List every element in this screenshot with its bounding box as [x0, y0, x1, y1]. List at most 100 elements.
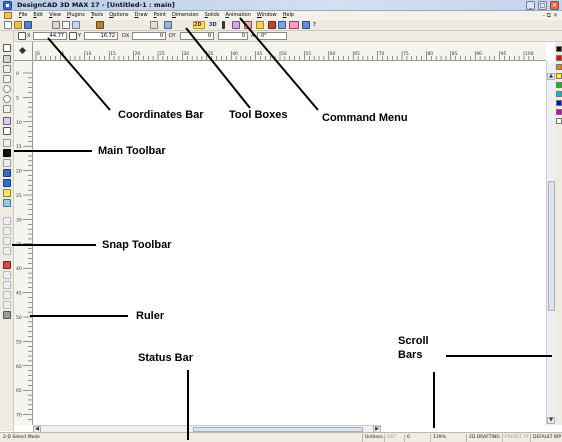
snap-toolbar-icon-3[interactable]: [3, 237, 11, 245]
ruler-v-label: 55: [16, 339, 22, 345]
menu-dimension[interactable]: Dimension: [169, 11, 202, 20]
color-swatch-orange[interactable]: [556, 64, 562, 70]
snap-toolbar-icon-9[interactable]: [3, 301, 11, 309]
ruler-vertical[interactable]: 0 5 10 15 20 25 30 35 40 45 50 55 60 65 70: [14, 61, 33, 425]
status-preset[interactable]: PRESET PT: [502, 434, 530, 442]
move-icon[interactable]: [3, 55, 11, 63]
ruler-h-label: 100: [525, 51, 534, 57]
menu-file[interactable]: File: [16, 11, 30, 20]
shapes-icon[interactable]: [268, 21, 276, 29]
grid-icon[interactable]: [289, 21, 299, 29]
maximize-button[interactable]: □: [538, 1, 547, 10]
scroll-up-arrow[interactable]: ▲: [547, 73, 555, 80]
status-drafting[interactable]: 2D DRAFTING: [466, 434, 502, 442]
minimize-button[interactable]: _: [526, 1, 535, 10]
save-icon[interactable]: [24, 21, 32, 29]
undo-icon[interactable]: [150, 21, 158, 29]
ruler-v-label: 20: [16, 169, 22, 175]
document-icon[interactable]: [4, 12, 12, 19]
snap-toolbar-icon-8[interactable]: [3, 291, 11, 299]
dimension-icon[interactable]: [3, 117, 11, 125]
absolute-coords-icon[interactable]: [18, 32, 26, 40]
menu-animation[interactable]: Animation: [222, 11, 254, 20]
snap-toolbar-icon-4[interactable]: [3, 247, 11, 255]
hatch-icon[interactable]: [3, 139, 11, 147]
paint-icon[interactable]: [3, 189, 11, 197]
circle-icon[interactable]: [3, 85, 11, 93]
horizontal-scrollbar[interactable]: ◀ ▶: [33, 425, 381, 433]
erase-icon[interactable]: [3, 159, 11, 167]
menu-solids[interactable]: Solids: [202, 11, 223, 20]
status-default[interactable]: DEFAULT WP: [530, 434, 562, 442]
color-swatch-cyan[interactable]: [556, 91, 562, 97]
ruler-horizontal[interactable]: 0 5 10 15 20 25 30 35 40 45 50 55 60 65 70 75 80 85 90 95 10…: [33, 42, 546, 61]
relative-coords-icon[interactable]: [69, 32, 77, 40]
document-window-controls[interactable]: - ⧉ ✕: [543, 11, 558, 20]
menu-draw[interactable]: Draw: [132, 11, 151, 20]
new-file-icon[interactable]: [4, 21, 12, 29]
color-swatch-red[interactable]: [556, 55, 562, 61]
color-swatch-magenta[interactable]: [556, 109, 562, 115]
color-swatch-green[interactable]: [556, 82, 562, 88]
color-swatch-white[interactable]: [556, 118, 562, 124]
snap-icon[interactable]: [278, 21, 286, 29]
open-file-icon[interactable]: [14, 21, 22, 29]
menu-help[interactable]: Help: [280, 11, 297, 20]
color-swatch-yellow[interactable]: [556, 73, 562, 79]
app-icon: [3, 1, 12, 10]
pause-icon[interactable]: [222, 21, 225, 29]
layers-icon[interactable]: [232, 21, 240, 29]
paste-icon[interactable]: [96, 21, 104, 29]
distance-field[interactable]: 0: [218, 32, 248, 40]
curve-icon[interactable]: [3, 105, 11, 113]
menu-point[interactable]: Point: [151, 11, 169, 20]
text-icon[interactable]: [3, 127, 11, 135]
dy-field[interactable]: 0: [180, 32, 214, 40]
close-button[interactable]: ✕: [550, 1, 559, 10]
vertical-scroll-thumb[interactable]: [548, 181, 555, 311]
copy-icon[interactable]: [72, 21, 80, 29]
ruler-h-label: 0: [37, 51, 40, 57]
menu-options[interactable]: Options: [106, 11, 131, 20]
pen-icon[interactable]: [256, 21, 264, 29]
angle-field[interactable]: 0°: [257, 32, 287, 40]
menu-window[interactable]: Window: [254, 11, 280, 20]
view-icon[interactable]: [164, 21, 172, 29]
snap-toolbar-icon-6[interactable]: [3, 271, 11, 279]
print-preview-icon[interactable]: [62, 21, 70, 29]
color-swatch-blue[interactable]: [556, 100, 562, 106]
scroll-down-arrow[interactable]: ▼: [547, 417, 555, 424]
help-icon[interactable]: ?: [313, 21, 316, 29]
info-icon[interactable]: [302, 21, 310, 29]
ruler-h-label: 65: [354, 51, 360, 57]
color-swatch-black[interactable]: [556, 46, 562, 52]
snap-toolbar-icon-5[interactable]: [3, 261, 11, 269]
ruler-h-label: 35: [208, 51, 214, 57]
fill-icon[interactable]: [3, 149, 11, 157]
rectangle-icon[interactable]: [3, 75, 11, 83]
print-icon[interactable]: [52, 21, 60, 29]
camera-icon[interactable]: [3, 179, 11, 187]
line-style-icon[interactable]: [244, 21, 252, 29]
menu-view[interactable]: View: [46, 11, 64, 20]
block-icon[interactable]: [3, 169, 11, 177]
mode-3d-button[interactable]: 3D: [209, 21, 217, 29]
snap-toolbar-icon-10[interactable]: [3, 311, 11, 319]
dx-field[interactable]: 0: [132, 32, 166, 40]
snap-toolbar-icon-1[interactable]: [3, 217, 11, 225]
ruler-v-label: 10: [16, 120, 22, 126]
status-ortho[interactable]: ORT: [384, 434, 404, 442]
menu-plugins[interactable]: Plugins: [64, 11, 88, 20]
snap-toolbar-icon-7[interactable]: [3, 281, 11, 289]
menu-edit[interactable]: Edit: [30, 11, 46, 20]
line-icon[interactable]: [3, 65, 11, 73]
vertical-scrollbar[interactable]: ▲ ▼: [546, 61, 555, 425]
menu-tools[interactable]: Tools: [88, 11, 106, 20]
ruler-h-label: 70: [379, 51, 385, 57]
arc-icon[interactable]: [3, 95, 11, 103]
y-field[interactable]: 16.72: [84, 32, 118, 40]
x-field[interactable]: 44.77: [33, 32, 67, 40]
snap-toolbar-icon-2[interactable]: [3, 227, 11, 235]
select-arrow-icon[interactable]: [3, 44, 11, 52]
image-icon[interactable]: [3, 199, 11, 207]
